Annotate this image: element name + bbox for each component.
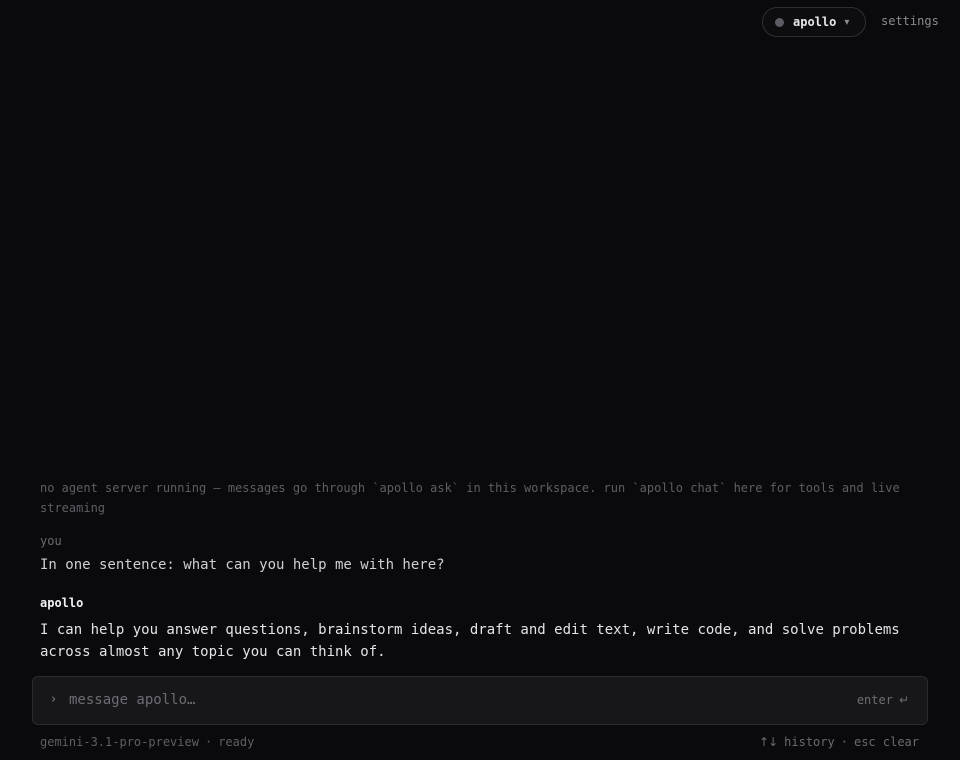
enter-hint[interactable]: enter ↵ [857,693,909,707]
prompt-chevron-icon: › [51,692,57,707]
assistant-message: I can help you answer questions, brainst… [40,622,900,660]
enter-key-icon: ↵ [898,693,909,707]
history-hint[interactable]: history [784,735,835,749]
agent-selector[interactable]: apollo ▾ [762,7,866,37]
message-input[interactable] [69,687,829,713]
chat-app: apollo ▾ settings no agent server runnin… [0,0,960,760]
separator: · [840,735,848,749]
chevron-down-icon: ▾ [844,16,850,28]
enter-label: enter [856,693,893,707]
separator: · [204,735,213,749]
speaker-label-user: you [40,534,62,548]
clear-hint[interactable]: esc clear [854,735,919,749]
server-notice: no agent server running — messages go th… [40,481,900,515]
speaker-label-assistant: apollo [40,596,84,610]
status-text: ready [218,735,255,749]
message-composer: › enter ↵ [32,676,928,725]
settings-link[interactable]: settings [881,14,939,28]
agent-name: apollo [793,15,837,29]
keyboard-hints: ↑↓ history · esc clear [759,735,919,749]
status-dot-icon [775,17,784,27]
user-message: In one sentence: what can you help me wi… [40,557,445,573]
model-status: gemini-3.1-pro-preview · ready [40,735,254,749]
model-name: gemini-3.1-pro-preview [40,735,199,749]
up-down-arrows-icon: ↑↓ [759,735,778,749]
